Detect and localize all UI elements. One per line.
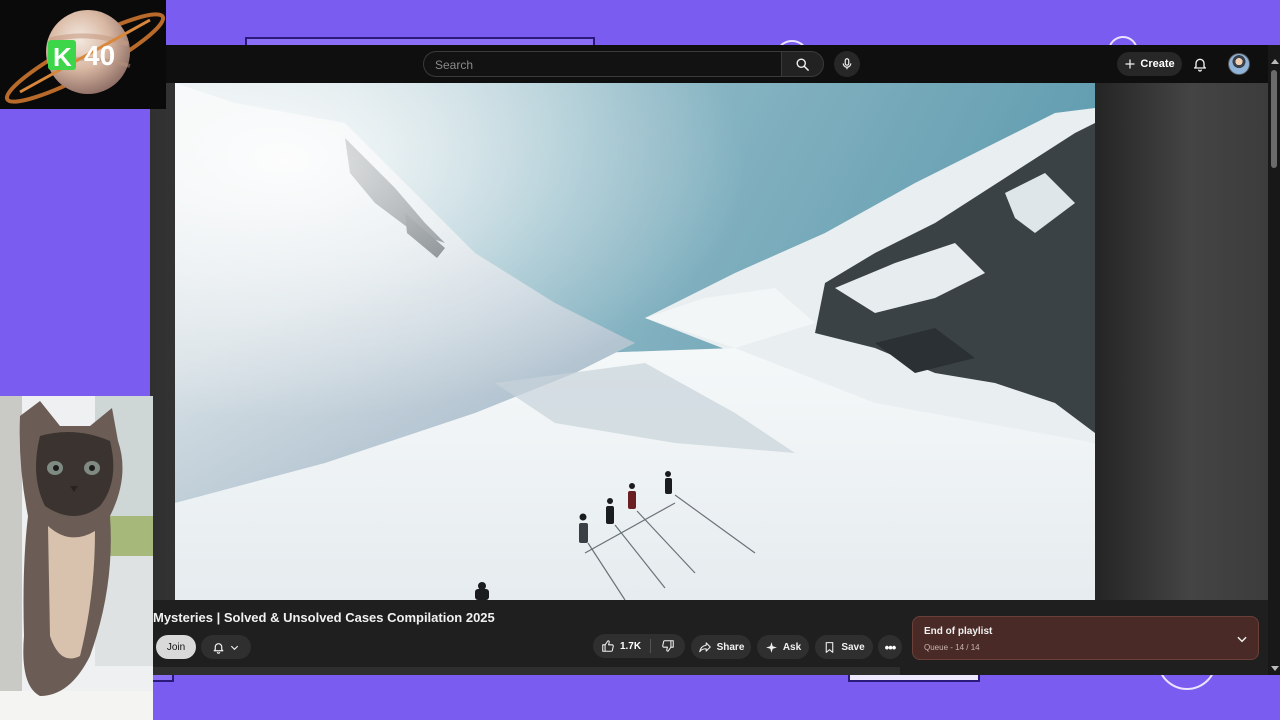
bell-icon — [213, 642, 224, 654]
video-player[interactable] — [175, 83, 1095, 600]
scroll-down-arrow-icon[interactable] — [1271, 666, 1279, 671]
thumbs-down-icon — [662, 640, 674, 652]
scrollbar-thumb[interactable] — [1271, 70, 1277, 168]
like-count: 1.7K — [619, 640, 642, 652]
channel-logo-overlay: K 40 — [0, 0, 166, 109]
chevron-down-icon — [230, 645, 239, 650]
bell-icon — [1194, 58, 1206, 72]
chevron-down-icon[interactable] — [1235, 632, 1249, 646]
horizontal-scrollbar[interactable] — [150, 667, 900, 675]
playlist-title: End of playlist — [924, 626, 993, 637]
create-button[interactable]: Create — [1117, 52, 1182, 76]
like-dislike-group: 1.7K — [593, 634, 685, 658]
ask-label: Ask — [782, 641, 802, 653]
planet-logo — [4, 10, 166, 104]
youtube-window: Search Create Mysteries | Solved & Unsol… — [150, 45, 1280, 675]
dislike-button[interactable] — [652, 634, 684, 658]
logo-number: 40 — [84, 40, 116, 71]
video-title: Mysteries | Solved & Unsolved Cases Comp… — [153, 610, 495, 625]
scroll-up-arrow-icon[interactable] — [1271, 59, 1279, 64]
logo-letter: K — [53, 42, 72, 72]
bookmark-icon — [826, 641, 834, 653]
webcam-cat-image — [0, 396, 153, 720]
thumbs-up-icon — [602, 640, 614, 652]
search-input[interactable]: Search — [423, 51, 781, 77]
search-icon — [796, 58, 809, 71]
share-button[interactable]: Share — [691, 635, 751, 659]
notifications-button[interactable] — [1190, 54, 1210, 74]
microphone-icon — [842, 58, 852, 70]
like-button[interactable]: 1.7K — [593, 634, 649, 658]
like-divider — [650, 639, 651, 653]
save-label: Save — [841, 641, 865, 653]
share-label: Share — [716, 641, 745, 653]
more-horizontal-icon: ••• — [884, 639, 897, 655]
search-button[interactable] — [781, 51, 824, 77]
video-frame-snowy-mountain — [175, 83, 1095, 600]
voice-search-button[interactable] — [834, 51, 860, 77]
notification-settings-button[interactable] — [201, 635, 251, 659]
playlist-queue-status: Queue - 14 / 14 — [924, 643, 980, 652]
create-label: Create — [1140, 58, 1175, 70]
sparkle-icon — [765, 641, 777, 653]
avatar[interactable] — [1228, 53, 1250, 75]
share-icon — [698, 642, 711, 653]
more-actions-button[interactable]: ••• — [878, 635, 902, 659]
webcam-overlay — [0, 396, 153, 720]
join-button[interactable]: Join — [156, 635, 196, 659]
ask-button[interactable]: Ask — [757, 635, 809, 659]
save-button[interactable]: Save — [815, 635, 873, 659]
top-bar: Search Create — [150, 45, 1280, 83]
plus-icon — [1125, 59, 1135, 69]
search-placeholder: Search — [435, 58, 474, 72]
playlist-panel[interactable]: End of playlist Queue - 14 / 14 — [912, 616, 1259, 660]
